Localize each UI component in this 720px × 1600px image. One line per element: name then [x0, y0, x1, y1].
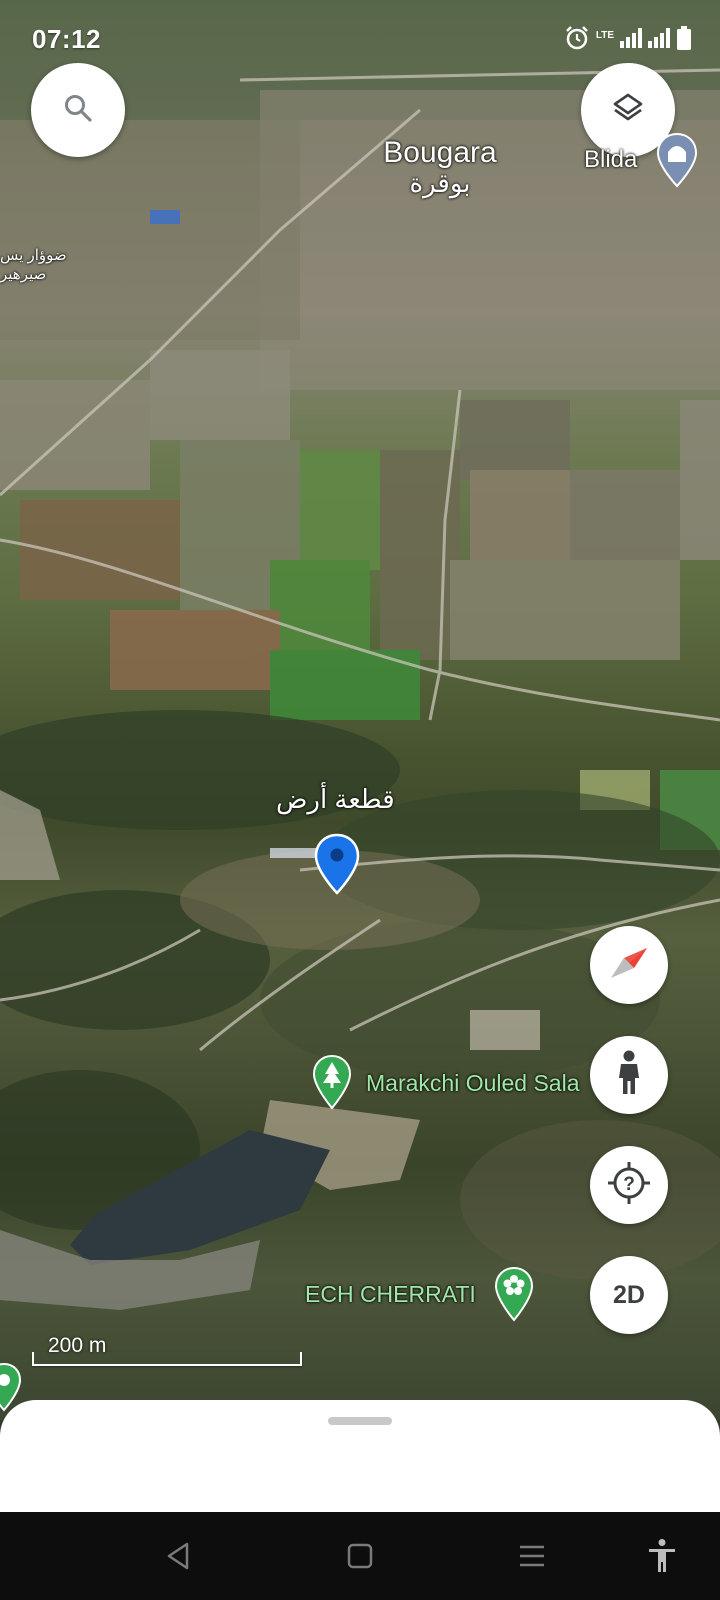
back-icon[interactable] — [156, 1534, 200, 1578]
recents-icon[interactable] — [510, 1534, 554, 1578]
bottom-sheet[interactable] — [0, 1400, 720, 1512]
place-label-edge[interactable]: ضوؤار يس صيرهير — [0, 246, 70, 284]
pegman-icon — [615, 1050, 643, 1101]
poi-label-marakchi[interactable]: Marakchi Ouled Sala — [366, 1070, 580, 1097]
pinned-place-label[interactable]: قطعة أرض — [276, 784, 395, 815]
status-icons: LTE — [564, 25, 692, 56]
place-label-bougara[interactable]: Bougara بوقرة — [370, 136, 510, 199]
edge-label-line: صيرهير — [0, 266, 47, 283]
poi-label-ech-cherrati[interactable]: ECH CHERRATI — [305, 1281, 476, 1308]
accessibility-icon[interactable] — [640, 1534, 684, 1578]
system-nav-bar — [0, 1512, 720, 1600]
signal-icon — [648, 27, 670, 53]
place-name-arabic: بوقرة — [409, 168, 471, 198]
compass-icon — [607, 941, 651, 990]
layers-icon — [611, 91, 645, 130]
my-location-button[interactable]: ? — [590, 1146, 668, 1224]
signal-icon — [620, 27, 642, 53]
mosque-poi-icon[interactable] — [656, 132, 698, 193]
place-label-blida[interactable]: Blida — [584, 146, 637, 174]
status-time: 07:12 — [32, 24, 101, 54]
scale-bar — [32, 1352, 302, 1366]
view-mode-2d-button[interactable]: 2D — [590, 1256, 668, 1334]
map-scale: 200 m — [32, 1334, 302, 1366]
lte-indicator: LTE — [595, 29, 614, 41]
my-location-icon: ? — [606, 1160, 652, 1211]
home-icon[interactable] — [338, 1534, 382, 1578]
selected-location-pin[interactable] — [314, 833, 360, 900]
sheet-drag-handle[interactable] — [328, 1417, 392, 1425]
view-mode-label: 2D — [613, 1280, 645, 1309]
street-view-button[interactable] — [590, 1036, 668, 1114]
search-icon — [63, 93, 93, 128]
search-button[interactable] — [31, 63, 125, 157]
tree-icon[interactable] — [312, 1054, 352, 1115]
flower-icon[interactable] — [494, 1266, 534, 1327]
compass-button[interactable] — [590, 926, 668, 1004]
place-name: Bougara — [383, 136, 497, 169]
alarm-icon — [564, 25, 590, 56]
battery-icon — [676, 25, 692, 55]
svg-text:?: ? — [623, 1174, 635, 1195]
edge-label-line: ضوؤار يس — [0, 247, 67, 264]
